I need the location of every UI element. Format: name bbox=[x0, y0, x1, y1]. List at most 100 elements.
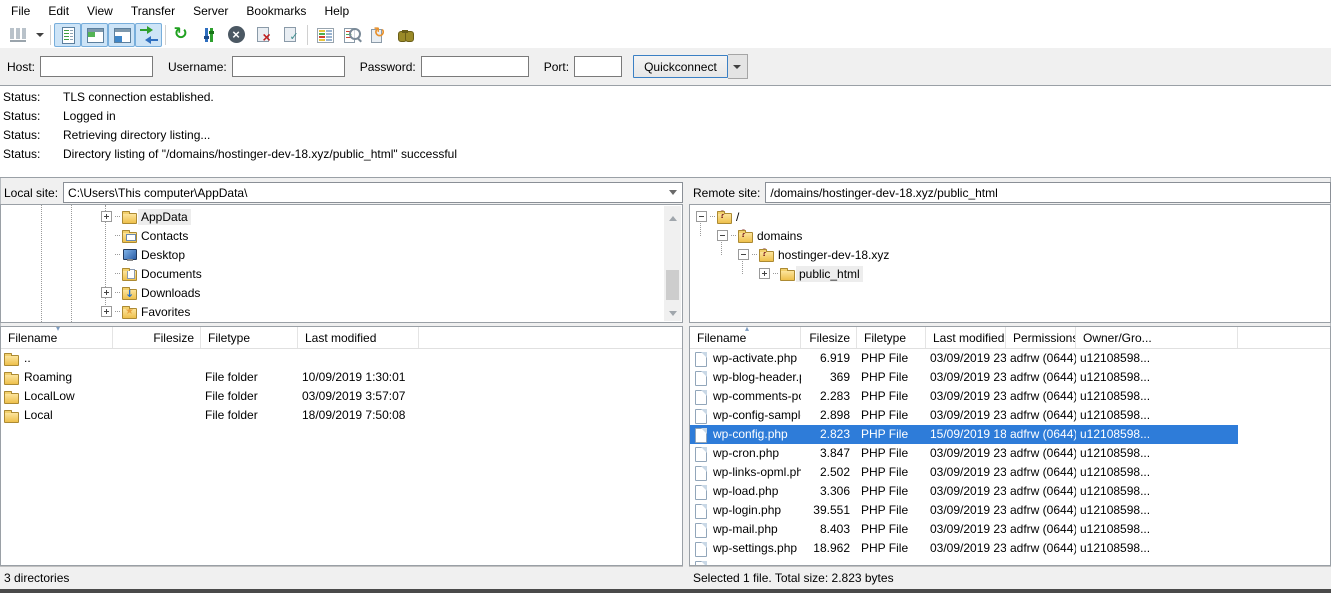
toggle-local-tree-button[interactable] bbox=[81, 23, 108, 47]
tree-item-domains[interactable]: domains bbox=[690, 226, 1330, 245]
password-label: Password: bbox=[360, 60, 416, 74]
file-row-wp-mail-php[interactable]: wp-mail.php8.403PHP File03/09/2019 23:..… bbox=[690, 520, 1238, 539]
file-row-roaming[interactable]: RoamingFile folder10/09/2019 1:30:01 bbox=[1, 368, 682, 387]
file-row-wp-settings-php[interactable]: wp-settings.php18.962PHP File03/09/2019 … bbox=[690, 539, 1238, 558]
tree-label: public_html bbox=[796, 266, 863, 282]
tree-item-public-html[interactable]: public_html bbox=[690, 264, 1330, 283]
disconnect-button[interactable] bbox=[250, 23, 277, 47]
menu-item-view[interactable]: View bbox=[78, 1, 122, 21]
menu-item-help[interactable]: Help bbox=[315, 1, 358, 21]
directory-comparison-button[interactable] bbox=[311, 23, 338, 47]
file-row-wp-blog-header-p[interactable]: wp-blog-header.p...369PHP File03/09/2019… bbox=[690, 368, 1238, 387]
tree-connector bbox=[115, 273, 120, 274]
host-input[interactable] bbox=[40, 56, 153, 77]
filetype-cell: File folder bbox=[201, 406, 298, 425]
toggle-message-log-button[interactable] bbox=[54, 23, 81, 47]
tree-item-desktop[interactable]: Desktop bbox=[1, 245, 682, 264]
expander-icon[interactable] bbox=[101, 287, 112, 298]
quickconnect-dropdown-button[interactable] bbox=[728, 54, 748, 79]
password-input[interactable] bbox=[421, 56, 529, 77]
site-manager-dropdown-button[interactable] bbox=[31, 23, 47, 47]
tree-item-favorites[interactable]: Favorites bbox=[1, 302, 682, 321]
toolbar-separator bbox=[50, 25, 51, 45]
synchronized-browsing-button[interactable] bbox=[365, 23, 392, 47]
filename-text: wp-mail.php bbox=[713, 520, 778, 539]
local-path-combobox[interactable]: C:\Users\This computer\AppData\ bbox=[63, 182, 683, 203]
file-row-locallow[interactable]: LocalLowFile folder03/09/2019 3:57:07 bbox=[1, 387, 682, 406]
file-row-wp-login-php[interactable]: wp-login.php39.551PHP File03/09/2019 23:… bbox=[690, 501, 1238, 520]
column-header-last-modified[interactable]: Last modified bbox=[298, 327, 419, 348]
filename-cell: wp-mail.php bbox=[690, 520, 801, 539]
modified-cell: 03/09/2019 23:... bbox=[926, 349, 1006, 368]
file-icon bbox=[693, 503, 709, 518]
log-type: Status: bbox=[0, 126, 63, 145]
remote-site-row: Remote site: /domains/hostinger-dev-18.x… bbox=[689, 181, 1331, 204]
downloads-icon bbox=[122, 285, 138, 300]
filesize-cell: 2.898 bbox=[801, 406, 857, 425]
menu-item-edit[interactable]: Edit bbox=[39, 1, 78, 21]
expander-icon[interactable] bbox=[738, 249, 749, 260]
filename-filters-button[interactable] bbox=[338, 23, 365, 47]
modified-cell: 03/09/2019 3:57:07 bbox=[298, 387, 419, 406]
column-header-permissions[interactable]: Permissions bbox=[1006, 327, 1076, 348]
toggle-transfer-queue-button[interactable] bbox=[135, 23, 162, 47]
remote-status-bar: Selected 1 file. Total size: 2.823 bytes bbox=[689, 566, 1331, 589]
file-row-wp-comments-po[interactable]: wp-comments-po...2.283PHP File03/09/2019… bbox=[690, 387, 1238, 406]
expander-icon[interactable] bbox=[759, 268, 770, 279]
find-files-button[interactable] bbox=[392, 23, 419, 47]
column-header-owner-gro[interactable]: Owner/Gro... bbox=[1076, 327, 1238, 348]
file-row-wp-cron-php[interactable]: wp-cron.php3.847PHP File03/09/2019 23:..… bbox=[690, 444, 1238, 463]
filetype-cell: File folder bbox=[201, 387, 298, 406]
file-row-wp-load-php[interactable]: wp-load.php3.306PHP File03/09/2019 23:..… bbox=[690, 482, 1238, 501]
file-row-wp-config-sample[interactable]: wp-config-sample...2.898PHP File03/09/20… bbox=[690, 406, 1238, 425]
column-header-filename[interactable]: Filename▴ bbox=[690, 327, 801, 348]
tree-item-item[interactable]: / bbox=[690, 207, 1330, 226]
column-header-last-modified[interactable]: Last modified bbox=[926, 327, 1006, 348]
tree-item-hostinger-dev-18-xyz[interactable]: hostinger-dev-18.xyz bbox=[690, 245, 1330, 264]
refresh-button[interactable] bbox=[169, 23, 196, 47]
tree-connector bbox=[115, 235, 120, 236]
menu-item-file[interactable]: File bbox=[2, 1, 39, 21]
expander-icon[interactable] bbox=[101, 306, 112, 317]
expander-icon[interactable] bbox=[101, 211, 112, 222]
column-header-label: Filename bbox=[697, 331, 746, 345]
menu-item-transfer[interactable]: Transfer bbox=[122, 1, 184, 21]
quickconnect-button[interactable]: Quickconnect bbox=[633, 55, 728, 78]
tree-item-appdata[interactable]: AppData bbox=[1, 207, 682, 226]
process-queue-button[interactable] bbox=[196, 23, 223, 47]
column-header-filesize[interactable]: Filesize bbox=[113, 327, 201, 348]
tree-item-contacts[interactable]: Contacts bbox=[1, 226, 682, 245]
remote-path-combobox[interactable]: /domains/hostinger-dev-18.xyz/public_htm… bbox=[765, 182, 1331, 203]
file-icon bbox=[693, 541, 709, 556]
cancel-button[interactable] bbox=[223, 23, 250, 47]
owner-cell: u12108598... bbox=[1076, 387, 1238, 406]
tree-item-downloads[interactable]: Downloads bbox=[1, 283, 682, 302]
file-row-local[interactable]: LocalFile folder18/09/2019 7:50:08 bbox=[1, 406, 682, 425]
column-header-filetype[interactable]: Filetype bbox=[857, 327, 926, 348]
toggle-remote-tree-button[interactable] bbox=[108, 23, 135, 47]
expander-icon[interactable] bbox=[717, 230, 728, 241]
filesize-cell: 39.551 bbox=[801, 501, 857, 520]
expander-icon[interactable] bbox=[696, 211, 707, 222]
tree-item-documents[interactable]: Documents bbox=[1, 264, 682, 283]
column-header-filler bbox=[1238, 327, 1330, 348]
file-row-wp-links-opml-php[interactable]: wp-links-opml.php2.502PHP File03/09/2019… bbox=[690, 463, 1238, 482]
file-row-wp-activate-php[interactable]: wp-activate.php6.919PHP File03/09/2019 2… bbox=[690, 349, 1238, 368]
reconnect-button[interactable] bbox=[277, 23, 304, 47]
filename-text: wp-load.php bbox=[713, 482, 778, 501]
file-row-item[interactable]: .. bbox=[1, 349, 682, 368]
local-status-text: 3 directories bbox=[4, 571, 69, 585]
file-row-wp-config-php[interactable]: wp-config.php2.823PHP File15/09/2019 18:… bbox=[690, 425, 1238, 444]
column-header-filesize[interactable]: Filesize bbox=[801, 327, 857, 348]
username-input[interactable] bbox=[232, 56, 345, 77]
file-row-partial[interactable] bbox=[690, 558, 1238, 566]
column-header-filename[interactable]: Filename▾ bbox=[1, 327, 113, 348]
menu-item-server[interactable]: Server bbox=[184, 1, 237, 21]
column-header-label: Filesize bbox=[153, 331, 194, 345]
filetype-cell: File folder bbox=[201, 368, 298, 387]
column-header-filetype[interactable]: Filetype bbox=[201, 327, 298, 348]
port-input[interactable] bbox=[574, 56, 622, 77]
menu-item-bookmarks[interactable]: Bookmarks bbox=[237, 1, 315, 21]
site-manager-button[interactable] bbox=[4, 23, 31, 47]
modified-cell: 03/09/2019 23:... bbox=[926, 406, 1006, 425]
